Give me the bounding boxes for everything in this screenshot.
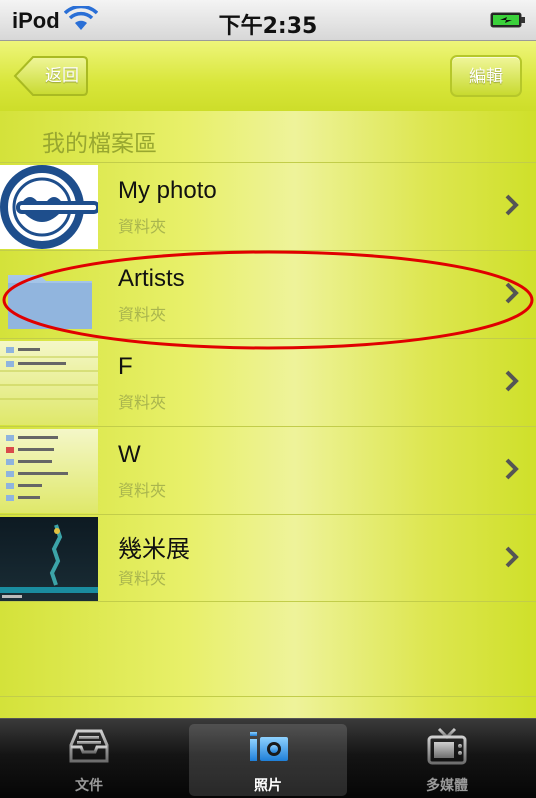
section-title: 我的檔案區 <box>42 131 157 157</box>
battery-icon <box>490 12 525 28</box>
folder-subtitle: 資料夾 <box>118 481 167 500</box>
folder-name: Artists <box>118 265 185 292</box>
file-list-preview-icon <box>0 347 98 400</box>
status-bar: iPod 下午2:35 <box>0 0 536 41</box>
folder-row-artists[interactable]: Artists 資料夾 <box>0 250 536 338</box>
camera-icon <box>250 732 288 761</box>
folder-icon <box>8 275 92 329</box>
chevron-right-icon <box>505 282 519 304</box>
file-list-preview-icon <box>6 435 68 501</box>
tab-label: 文件 <box>75 778 103 794</box>
tab-label: 多媒體 <box>426 778 468 794</box>
folder-subtitle: 資料夾 <box>118 217 167 236</box>
edit-button[interactable]: 編輯 <box>450 55 522 97</box>
clock: 下午2:35 <box>218 14 318 39</box>
folder-list: My photo 資料夾 Artists 資料夾 F 資料夾 W 資料夾 幾米展… <box>0 162 536 602</box>
exhibition-photo-icon <box>0 524 98 598</box>
tab-documents[interactable]: 文件 <box>0 719 178 798</box>
chevron-right-icon <box>505 546 519 568</box>
tab-multimedia[interactable]: 多媒體 <box>358 719 536 798</box>
file-list-thumbnail <box>0 341 98 425</box>
chevron-right-icon <box>505 370 519 392</box>
laughing-man-thumbnail <box>0 165 98 249</box>
folder-subtitle: 資料夾 <box>118 569 167 588</box>
photo-thumbnail <box>0 517 98 601</box>
folder-name: F <box>118 353 133 380</box>
chevron-right-icon <box>505 194 519 216</box>
folder-subtitle: 資料夾 <box>118 393 167 412</box>
folder-row-jimmy-exhibition[interactable]: 幾米展 資料夾 <box>0 514 536 602</box>
tab-photos[interactable]: 照片 <box>179 719 357 798</box>
folder-name: W <box>118 441 141 468</box>
inbox-tray-icon <box>69 729 109 763</box>
navigation-bar: 返回 編輯 <box>0 41 536 111</box>
folder-name: My photo <box>118 177 217 204</box>
folder-thumbnail <box>0 253 98 337</box>
tv-icon <box>427 727 467 765</box>
tab-bar: 文件 照片 多媒體 <box>0 718 536 798</box>
folder-row-w[interactable]: W 資料夾 <box>0 426 536 514</box>
folder-name: 幾米展 <box>118 536 190 563</box>
folder-row-my-photo[interactable]: My photo 資料夾 <box>0 162 536 250</box>
chevron-right-icon <box>505 458 519 480</box>
file-list-thumbnail <box>0 429 98 513</box>
folder-subtitle: 資料夾 <box>118 305 167 324</box>
screen: iPod 下午2:35 返回 編輯 我的檔案區 My photo 資料夾 Art… <box>0 0 536 798</box>
folder-row-f[interactable]: F 資料夾 <box>0 338 536 426</box>
row-divider <box>0 696 536 697</box>
back-button[interactable]: 返回 <box>13 55 89 97</box>
back-button-label: 返回 <box>45 66 79 86</box>
laughing-man-logo-icon <box>0 165 98 249</box>
tab-label: 照片 <box>254 778 282 794</box>
